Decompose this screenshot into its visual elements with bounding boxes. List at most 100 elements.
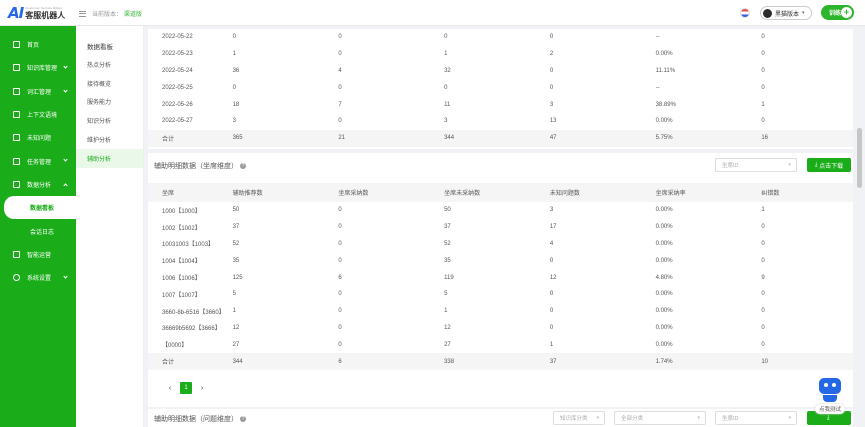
scrollbar[interactable] bbox=[857, 128, 862, 188]
table-cell: 50 bbox=[444, 207, 451, 214]
section-title-text: 辅助明细数据（坐席维度） bbox=[154, 163, 238, 170]
subnav-item-maintenance[interactable]: 维护分析 bbox=[76, 130, 143, 149]
next-page-button[interactable]: › bbox=[196, 385, 208, 392]
table-cell: 0 bbox=[549, 34, 554, 41]
table-cell: 11.11% bbox=[655, 67, 676, 74]
table-cell: 3 bbox=[232, 118, 236, 125]
sidebar-item-vocab[interactable]: 词汇管理 bbox=[0, 80, 76, 103]
table-cell: 35 bbox=[232, 257, 240, 264]
table-row: 1006【1006】 125 6 119 12 4.80% 9 bbox=[148, 269, 853, 286]
main-content: 2022-05-22 0 0 0 0 -- 0 2022-05-23 1 0 1 2 0.00% 0 202… bbox=[148, 26, 853, 427]
user-menu[interactable]: 黑猫版本 ▾ bbox=[760, 6, 812, 20]
sidebar-item-unknown[interactable]: 未知问题 bbox=[0, 126, 76, 149]
agent-detail-table: 坐席 辅助推荐数 坐席采纳数 坐席未采纳数 未知问题数 坐席采纳率 纠错数 1000【1000… bbox=[148, 183, 853, 370]
table-cell: 17 bbox=[549, 224, 557, 231]
table-cell: 5.75% bbox=[655, 129, 762, 147]
sidebar-item-operations[interactable]: 智能运营 bbox=[0, 243, 76, 266]
column-header[interactable]: 纠错数 bbox=[761, 183, 853, 202]
sidebar-sub-dashboard[interactable]: 数据看板 bbox=[4, 196, 76, 220]
subnav-item-assist[interactable]: 辅助分析 bbox=[76, 148, 143, 168]
table-cell: 2022-05-24 bbox=[162, 67, 193, 74]
agent-id-select-2[interactable]: 坐席ID ▾ bbox=[715, 411, 797, 425]
table-cell: 0 bbox=[338, 341, 342, 348]
help-icon[interactable]: ? bbox=[240, 416, 246, 422]
logo: AI Customer Service Robot 客服机器人 bbox=[8, 4, 65, 22]
chevron-down-icon bbox=[63, 64, 68, 69]
chevron-up-icon bbox=[63, 183, 68, 188]
table-cell: 0 bbox=[761, 308, 765, 315]
sidebar-item-settings[interactable]: 系统设置 bbox=[0, 266, 76, 289]
sidebar-item-knowledge[interactable]: 知识库管理 bbox=[0, 56, 76, 79]
language-flag-icon[interactable] bbox=[740, 8, 750, 18]
subnav-item-hotspot[interactable]: 热点分析 bbox=[76, 55, 143, 74]
table-cell: 27 bbox=[444, 341, 451, 348]
category-select[interactable]: 全部分类 ▾ bbox=[614, 411, 706, 425]
knowledge-category-select[interactable]: 知识库分类 ▾ bbox=[553, 411, 605, 425]
column-header[interactable]: 坐席采纳率 bbox=[655, 183, 762, 202]
table-cell: 0 bbox=[338, 240, 342, 247]
subnav-item-service[interactable]: 服务能力 bbox=[76, 93, 143, 112]
sidebar-item-context[interactable]: 上下文语境 bbox=[0, 103, 76, 126]
chevron-down-icon bbox=[63, 87, 68, 93]
download-button[interactable]: ⤓ 点击下载 bbox=[807, 158, 851, 172]
chart-icon bbox=[13, 180, 20, 188]
table-cell: 0 bbox=[761, 84, 765, 91]
table-row: 2022-05-23 1 0 1 2 0.00% 0 bbox=[148, 46, 853, 63]
help-icon[interactable]: ? bbox=[240, 163, 246, 169]
prev-page-button[interactable]: ‹ bbox=[164, 385, 176, 392]
table-cell: 0.00% bbox=[655, 240, 673, 247]
table-cell: 0 bbox=[232, 84, 236, 91]
select-value: 知识库分类 bbox=[560, 416, 588, 422]
train-button[interactable]: 训练 + bbox=[821, 5, 854, 20]
sidebar-item-home[interactable]: 首页 bbox=[0, 33, 76, 56]
sidebar-item-label: 未知问题 bbox=[27, 136, 52, 143]
table-cell: 12 bbox=[444, 324, 451, 331]
sidebar-sub-session-log[interactable]: 会话日志 bbox=[0, 219, 76, 242]
subnav-item-knowledge[interactable]: 知识分析 bbox=[76, 111, 143, 130]
subnav-item-reception[interactable]: 接待概览 bbox=[76, 74, 143, 93]
sidebar-item-task[interactable]: 任务管理 bbox=[0, 149, 76, 172]
table-cell: 36 bbox=[232, 67, 240, 74]
table-cell: 0 bbox=[338, 207, 342, 214]
table-cell: 2 bbox=[549, 51, 554, 58]
top-bar: AI Customer Service Robot 客服机器人 当前版本： 渠道… bbox=[0, 0, 865, 26]
table-cell: 0 bbox=[549, 84, 554, 91]
sidebar-item-label: 首页 bbox=[27, 43, 40, 50]
home-icon bbox=[13, 41, 20, 49]
daily-table-card: 2022-05-22 0 0 0 0 -- 0 2022-05-23 1 0 1 2 0.00% 0 202… bbox=[148, 29, 853, 149]
table-row: 2022-05-26 18 7 11 3 38.89% 1 bbox=[148, 96, 853, 113]
column-header[interactable]: 未知问题数 bbox=[549, 183, 656, 202]
shield-icon bbox=[13, 250, 20, 258]
daily-table: 2022-05-22 0 0 0 0 -- 0 2022-05-23 1 0 1 2 0.00% 0 202… bbox=[148, 29, 853, 147]
table-cell: 0 bbox=[338, 308, 342, 315]
table-cell: 3 bbox=[549, 207, 554, 214]
crumb-current: 渠道版 bbox=[124, 12, 143, 18]
column-header[interactable]: 坐席采纳数 bbox=[338, 183, 445, 202]
table-cell: 3 bbox=[549, 101, 554, 108]
table-cell: 37 bbox=[549, 353, 656, 370]
table-row: 10031003【1003】 52 0 52 4 0.00% 0 bbox=[148, 236, 853, 253]
table-cell: 0.00% bbox=[655, 207, 673, 214]
column-header[interactable]: 坐席未采纳数 bbox=[444, 183, 550, 202]
subnav-title: 数据看板 bbox=[87, 43, 113, 51]
table-cell: 1007【1007】 bbox=[162, 292, 201, 299]
table-cell: 0 bbox=[444, 84, 448, 91]
sidebar-item-analysis[interactable]: 数据分析 bbox=[0, 173, 76, 196]
section-title: 辅助明细数据（问题维度） ? bbox=[154, 414, 246, 424]
column-header[interactable]: 辅助推荐数 bbox=[232, 183, 339, 202]
table-cell: 10031003【1003】 bbox=[162, 242, 215, 249]
menu-toggle-icon[interactable] bbox=[79, 10, 86, 17]
page-number-current[interactable]: 1 bbox=[180, 382, 192, 394]
table-cell: 0 bbox=[761, 224, 765, 231]
table-cell: 1.74% bbox=[655, 353, 762, 370]
table-cell: 1 bbox=[444, 308, 448, 315]
agent-id-select[interactable]: 坐席ID ▾ bbox=[715, 158, 797, 172]
table-row: 2022-05-22 0 0 0 0 -- 0 bbox=[148, 29, 853, 46]
table-cell: 1002【1002】 bbox=[162, 225, 201, 232]
gear-icon bbox=[13, 274, 20, 282]
column-header[interactable]: 坐席 bbox=[148, 183, 233, 202]
vocab-icon bbox=[13, 87, 20, 95]
table-cell: 12 bbox=[232, 324, 240, 331]
table-cell: 1 bbox=[761, 101, 765, 108]
test-robot-widget[interactable]: 点我测试 bbox=[805, 378, 855, 418]
